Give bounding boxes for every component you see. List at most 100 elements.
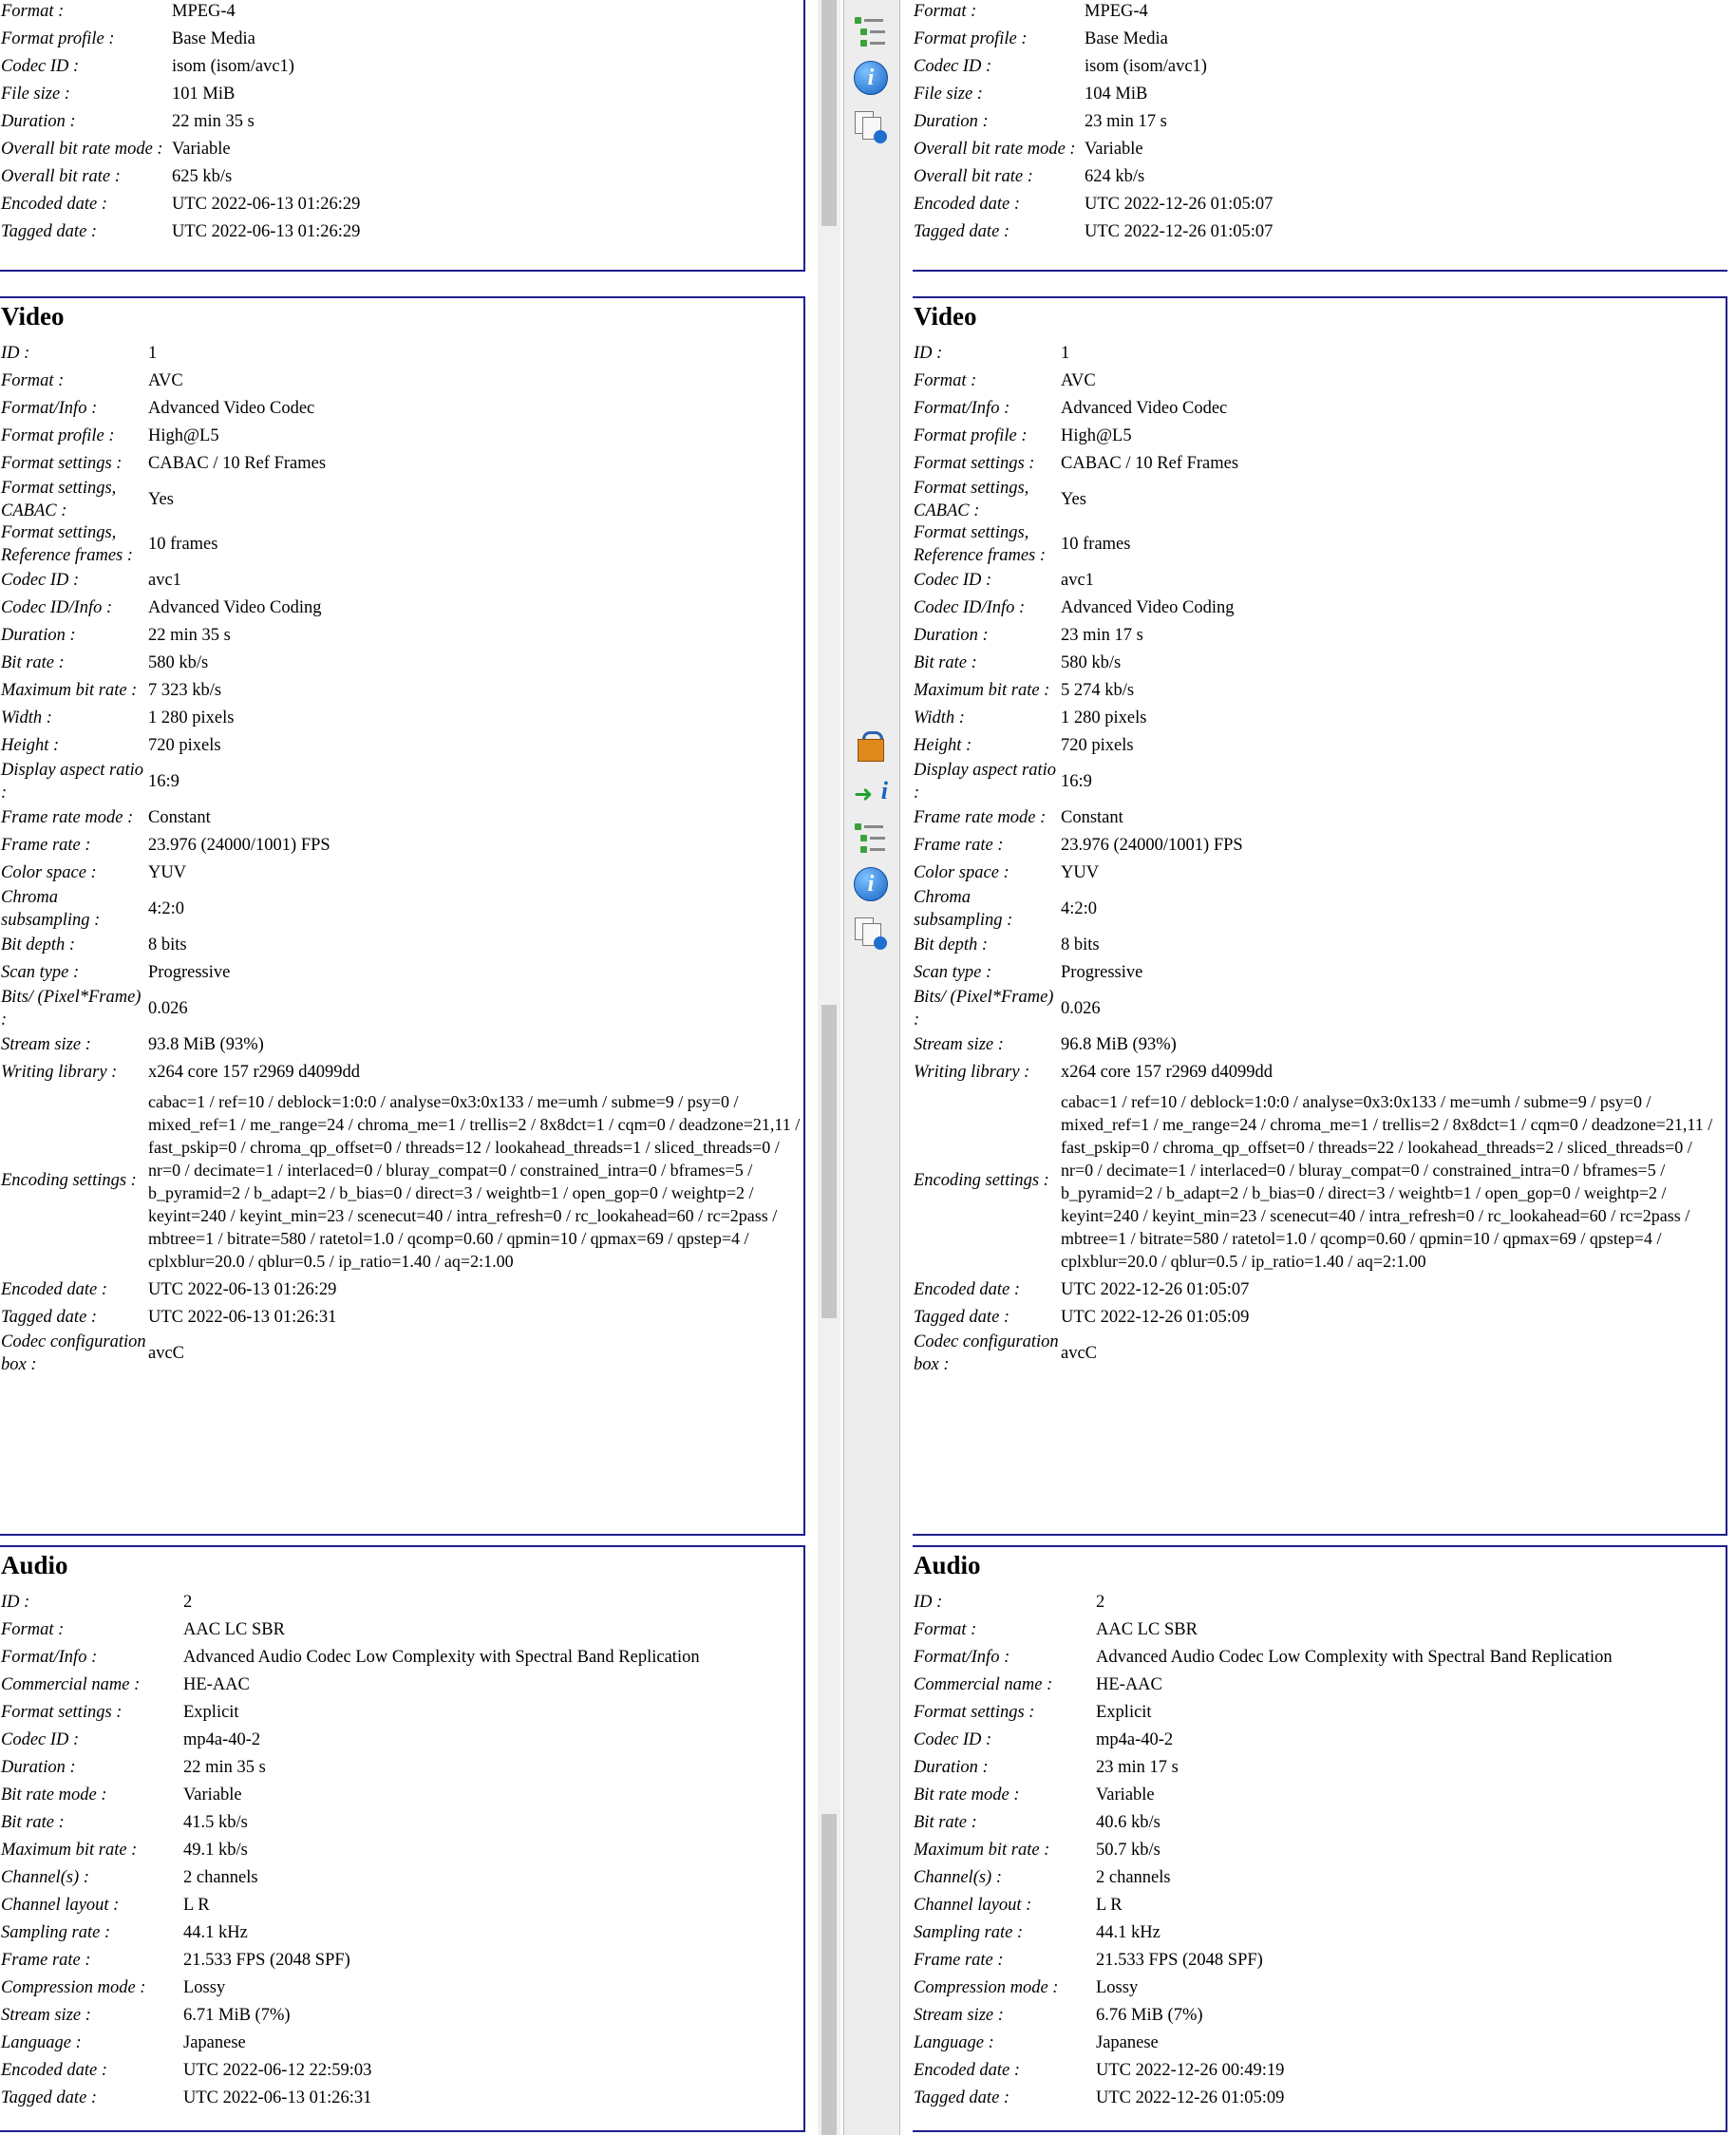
export-info-icon[interactable]: ➜ i [852,772,890,810]
field-label: Bit depth : [914,935,989,954]
field-label: Tagged date : [1,221,98,241]
info-row: Encoded date : UTC 2022-12-26 01:05:07 [913,191,1727,218]
info-row: Format/Info : Advanced Audio Codec Low Co… [913,1644,1726,1672]
scrollbar-thumb[interactable] [821,1005,837,1318]
field-label: Sampling rate : [1,1922,111,1942]
field-label: Format : [1,1619,65,1639]
section-title: Audio [914,1551,981,1579]
info-row: Tagged date : UTC 2022-06-13 01:26:29 [0,218,803,246]
field-label: Tagged date : [914,2088,1010,2107]
field-label: Encoded date : [1,194,107,214]
field-label: Encoded date : [1,1279,107,1299]
field-value: 6.76 MiB (7%) [1096,2005,1203,2025]
video-section-right: Video ID : 1 Format : AVC Format/Info : Advan… [913,296,1727,1536]
info-row: ID : 1 [0,340,803,368]
info-row: Frame rate mode : Constant [0,804,803,832]
package-icon[interactable] [852,727,890,765]
field-label: Stream size : [1,1034,91,1054]
field-value: 580 kb/s [1061,652,1122,672]
info-row: Overall bit rate mode : Variable [0,136,803,163]
field-value: Base Media [1085,28,1168,48]
field-value: 0.026 [148,998,188,1018]
info-row: Overall bit rate : 624 kb/s [913,163,1727,191]
field-label: Format settings, CABAC : [1,479,117,520]
vertical-scrollbar[interactable] [818,0,840,2135]
info-row: Language : Japanese [913,2030,1726,2057]
info-row: Stream size : 6.71 MiB (7%) [0,2002,803,2030]
field-label: Format : [914,370,977,390]
field-label: Stream size : [914,2005,1004,2025]
info-row: Duration : 23 min 17 s [913,108,1727,136]
field-value: 1 [1061,343,1070,363]
tree-view-icon[interactable] [852,820,890,858]
field-value: 625 kb/s [172,166,233,186]
field-label: ID : [914,1592,943,1612]
field-label: File size : [1,84,70,104]
field-value: AVC [1061,370,1096,390]
field-value: 720 pixels [1061,735,1134,755]
tree-view-icon[interactable] [852,13,890,51]
info-row: Codec configuration box : avcC [913,1332,1726,1376]
field-value: avc1 [148,570,181,590]
sheet-view-icon[interactable] [852,915,890,953]
field-value: 21.533 FPS (2048 SPF) [1096,1950,1263,1970]
info-row: Codec ID : avc1 [0,567,803,595]
info-row: Tagged date : UTC 2022-12-26 01:05:07 [913,218,1727,246]
info-row: Commercial name : HE-AAC [913,1672,1726,1699]
info-row: ID : 1 [913,340,1726,368]
field-label: Channel layout : [1,1895,120,1915]
field-label: Height : [1,735,60,755]
field-value: 2 channels [183,1867,258,1887]
info-row: Maximum bit rate : 50.7 kb/s [913,1837,1726,1864]
info-row: Encoded date : UTC 2022-12-26 01:05:07 [913,1276,1726,1304]
info-icon[interactable]: i [852,865,890,903]
field-value: Advanced Audio Codec Low Complexity with… [1096,1647,1613,1667]
field-value: avc1 [1061,570,1094,590]
info-row: Format : MPEG-4 [913,0,1727,26]
info-row: Bit rate mode : Variable [913,1782,1726,1809]
field-label: Format settings, CABAC : [914,479,1029,520]
info-row: Format settings, Reference frames : 10 fr… [0,522,803,567]
field-value: UTC 2022-06-13 01:26:29 [172,194,361,214]
field-label: Format settings, Reference frames : [914,523,1047,565]
section-title: Video [1,302,65,331]
info-row: Compression mode : Lossy [913,1974,1726,2002]
field-label: Writing library : [914,1062,1030,1082]
audio-section-left: Audio ID : 2 Format : AAC LC SBR Format/Info… [0,1545,805,2132]
field-value: 1 280 pixels [1061,708,1147,727]
field-value: 23 min 17 s [1085,111,1167,131]
info-row: Sampling rate : 44.1 kHz [913,1919,1726,1947]
field-label: Channel(s) : [1,1867,89,1887]
info-row: Frame rate : 23.976 (24000/1001) FPS [913,832,1726,860]
field-label: Compression mode : [914,1977,1059,1997]
scrollbar-thumb[interactable] [821,0,837,226]
field-label: Sampling rate : [914,1922,1024,1942]
field-label: Bit rate : [914,1812,977,1832]
field-value: Constant [1061,807,1123,827]
info-row: Commercial name : HE-AAC [0,1672,803,1699]
field-label: Format settings : [1,453,123,473]
field-value: 5 274 kb/s [1061,680,1135,700]
scrollbar-thumb[interactable] [821,1814,837,2135]
info-row: Scan type : Progressive [0,959,803,987]
info-row: Format : MPEG-4 [0,0,803,26]
info-row: Format : AVC [0,368,803,395]
media-info-pane-right: Format : MPEG-4 Format profile : Base Media… [913,0,1727,2135]
info-icon[interactable]: i [852,59,890,97]
field-value: Japanese [1096,2032,1159,2052]
info-row: Sampling rate : 44.1 kHz [0,1919,803,1947]
field-value: 22 min 35 s [183,1757,266,1777]
field-value: UTC 2022-06-13 01:26:31 [148,1307,337,1327]
field-value: 1 280 pixels [148,708,235,727]
field-label: Format profile : [1,425,115,445]
field-label: ID : [1,343,30,363]
field-value: YUV [148,862,187,882]
field-value: 2 channels [1096,1867,1171,1887]
sheet-view-icon[interactable] [852,108,890,146]
info-row: Format profile : High@L5 [0,423,803,450]
field-label: File size : [914,84,983,104]
field-value: Yes [1061,489,1086,509]
field-label: Display aspect ratio : [1,761,144,803]
field-value: isom (isom/avc1) [1085,56,1207,76]
field-label: Overall bit rate : [914,166,1033,186]
